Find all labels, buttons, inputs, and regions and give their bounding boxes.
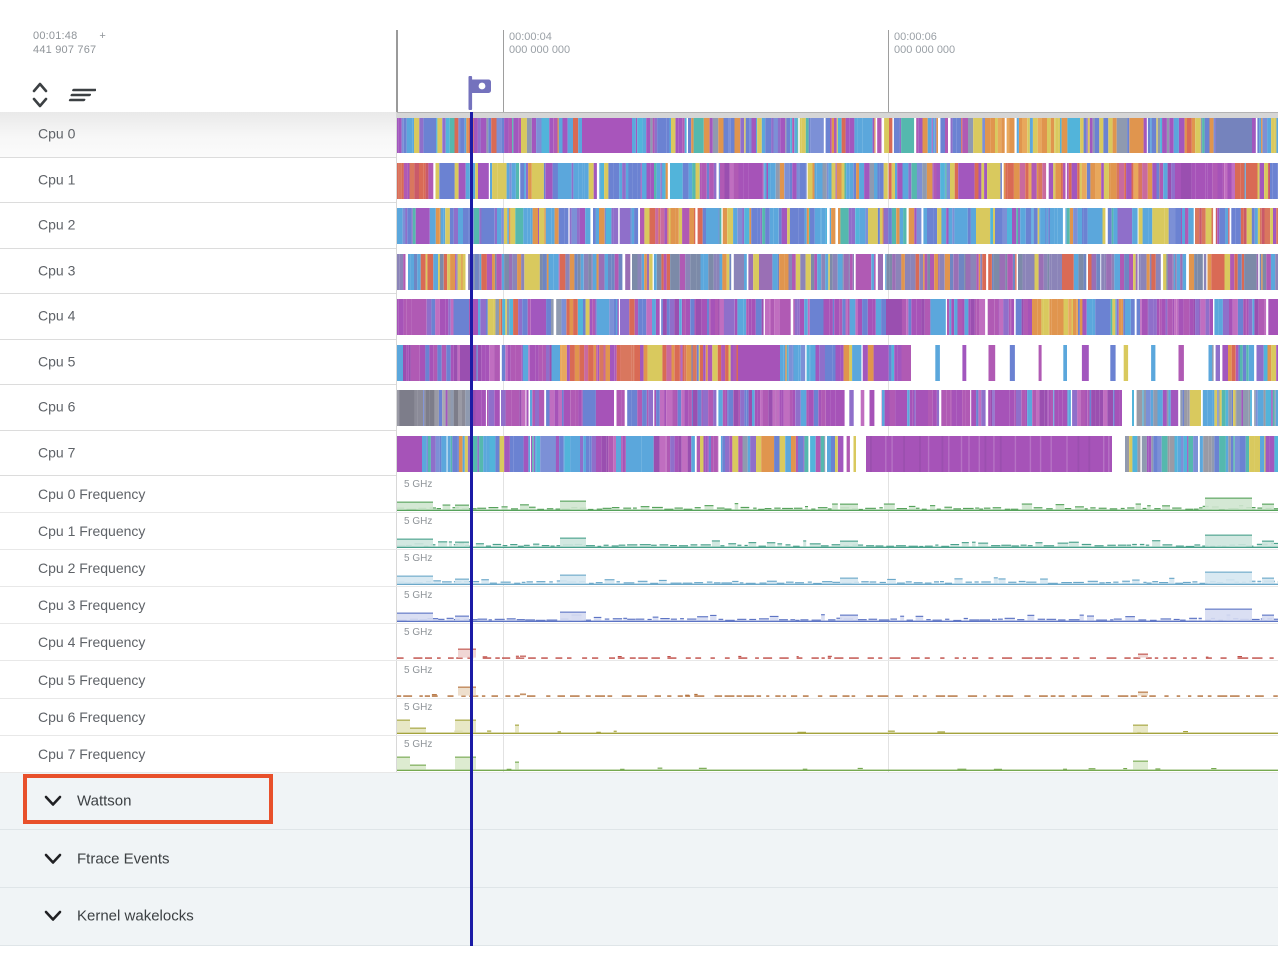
scale-label: 5 GHz	[404, 479, 432, 490]
viewport-time-label: 00:01:48 + 441 907 767	[33, 29, 106, 57]
track-label: Cpu 2 Frequency	[38, 560, 145, 576]
scale-label: 5 GHz	[404, 702, 432, 713]
sort-tracks-icon[interactable]	[66, 85, 96, 105]
timeline-tick	[888, 30, 889, 112]
panel-divider-line	[396, 30, 398, 112]
track-label: Cpu 6 Frequency	[38, 709, 145, 725]
track-label: Cpu 4	[38, 308, 75, 324]
track-label: Cpu 2	[38, 217, 75, 233]
freq-chart-canvas[interactable]	[397, 568, 1278, 585]
freq-chart-canvas[interactable]	[397, 494, 1278, 511]
cpu-track-row-4: Cpu 4	[0, 294, 1278, 340]
group-label: Ftrace Events	[77, 850, 170, 867]
freq-track-row-1: Cpu 1 Frequency 5 GHz	[0, 513, 1278, 550]
viewport-time-plus: +	[99, 29, 106, 43]
viewport-time-hms: 00:01:48	[33, 29, 77, 43]
cpu-track-row-1: Cpu 1	[0, 158, 1278, 204]
track-label: Cpu 3	[38, 262, 75, 278]
track-label: Cpu 0 Frequency	[38, 486, 145, 502]
cpu-track-row-3: Cpu 3	[0, 249, 1278, 295]
cpu-track-row-2: Cpu 2	[0, 203, 1278, 249]
track-label-panel[interactable]: Cpu 1	[0, 158, 396, 204]
selection-marker-line[interactable]	[470, 112, 473, 946]
scale-label: 5 GHz	[404, 590, 432, 601]
freq-track-row-5: Cpu 5 Frequency 5 GHz	[0, 662, 1278, 699]
expand-collapse-tracks-icon[interactable]	[30, 80, 50, 110]
freq-track-row-7: Cpu 7 Frequency 5 GHz	[0, 736, 1278, 773]
freq-track-row-3: Cpu 3 Frequency 5 GHz	[0, 587, 1278, 624]
track-label-panel[interactable]: Cpu 7	[0, 431, 396, 477]
track-label-panel[interactable]: Cpu 5	[0, 340, 396, 386]
track-label-panel[interactable]: Cpu 4 Frequency	[0, 624, 396, 660]
freq-chart-canvas[interactable]	[397, 717, 1278, 734]
freq-chart-canvas[interactable]	[397, 642, 1278, 659]
track-label-panel[interactable]: Cpu 3 Frequency	[0, 587, 396, 623]
freq-chart-canvas[interactable]	[397, 754, 1278, 771]
cpu-track-row-5: Cpu 5	[0, 340, 1278, 386]
tick-label: 00:00:06000 000 000	[894, 31, 955, 57]
cpu-track-row-7: Cpu 7	[0, 431, 1278, 477]
cpu-slices-canvas[interactable]	[397, 345, 1278, 381]
track-group-row-kernel-wakelocks[interactable]: Kernel wakelocks	[0, 888, 1278, 946]
scale-label: 5 GHz	[404, 627, 432, 638]
track-label-panel[interactable]: Cpu 2	[0, 203, 396, 249]
freq-track-row-2: Cpu 2 Frequency 5 GHz	[0, 550, 1278, 587]
flag-marker-icon[interactable]	[461, 74, 499, 114]
track-label: Cpu 3 Frequency	[38, 597, 145, 613]
scale-label: 5 GHz	[404, 665, 432, 676]
cpu-track-row-0: Cpu 0	[0, 112, 1278, 158]
cpu-slices-canvas[interactable]	[397, 117, 1278, 153]
freq-track-row-4: Cpu 4 Frequency 5 GHz	[0, 624, 1278, 661]
freq-track-row-0: Cpu 0 Frequency 5 GHz	[0, 476, 1278, 513]
track-label: Cpu 7 Frequency	[38, 746, 145, 762]
chevron-down-icon	[44, 910, 62, 922]
track-label-panel[interactable]: Cpu 5 Frequency	[0, 662, 396, 698]
viewport-time-ns: 441 907 767	[33, 43, 106, 57]
cpu-slices-canvas[interactable]	[397, 163, 1278, 199]
track-label: Cpu 4 Frequency	[38, 634, 145, 650]
freq-chart-canvas[interactable]	[397, 680, 1278, 697]
track-label: Cpu 7	[38, 444, 75, 460]
track-label-panel[interactable]: Cpu 0 Frequency	[0, 476, 396, 512]
scale-label: 5 GHz	[404, 553, 432, 564]
chevron-down-icon	[44, 795, 62, 807]
track-label-panel[interactable]: Cpu 6 Frequency	[0, 699, 396, 735]
group-label: Kernel wakelocks	[77, 908, 194, 925]
trace-viewer: 00:01:48 + 441 907 767 00:00:04000 000 0…	[0, 0, 1278, 956]
freq-track-row-6: Cpu 6 Frequency 5 GHz	[0, 699, 1278, 736]
scale-label: 5 GHz	[404, 516, 432, 527]
track-label-panel[interactable]: Cpu 3	[0, 249, 396, 295]
track-label: Cpu 0	[38, 126, 75, 142]
scale-label: 5 GHz	[404, 739, 432, 750]
track-label-panel[interactable]: Cpu 7 Frequency	[0, 736, 396, 772]
track-label: Cpu 5	[38, 353, 75, 369]
cpu-track-row-6: Cpu 6	[0, 385, 1278, 431]
group-label: Wattson	[77, 793, 131, 810]
track-label: Cpu 6	[38, 399, 75, 415]
track-label-panel[interactable]: Cpu 2 Frequency	[0, 550, 396, 586]
track-group-row-ftrace-events[interactable]: Ftrace Events	[0, 830, 1278, 888]
chevron-down-icon	[44, 853, 62, 865]
freq-chart-canvas[interactable]	[397, 531, 1278, 548]
track-label: Cpu 1	[38, 171, 75, 187]
cpu-slices-canvas[interactable]	[397, 299, 1278, 335]
cpu-slices-canvas[interactable]	[397, 208, 1278, 244]
track-label-panel[interactable]: Cpu 1 Frequency	[0, 513, 396, 549]
tick-label: 00:00:04000 000 000	[509, 31, 570, 57]
track-label-panel[interactable]: Cpu 4	[0, 294, 396, 340]
timeline-top-strip	[397, 112, 1278, 118]
freq-chart-canvas[interactable]	[397, 605, 1278, 622]
timeline-tick	[503, 30, 504, 112]
track-label: Cpu 5 Frequency	[38, 672, 145, 688]
track-label: Cpu 1 Frequency	[38, 523, 145, 539]
track-group-row-wattson[interactable]: Wattson	[0, 773, 1278, 831]
track-label-panel[interactable]: Cpu 6	[0, 385, 396, 431]
cpu-slices-canvas[interactable]	[397, 436, 1278, 472]
cpu-slices-canvas[interactable]	[397, 390, 1278, 426]
track-label-panel[interactable]: Cpu 0	[0, 112, 396, 158]
cpu-slices-canvas[interactable]	[397, 254, 1278, 290]
